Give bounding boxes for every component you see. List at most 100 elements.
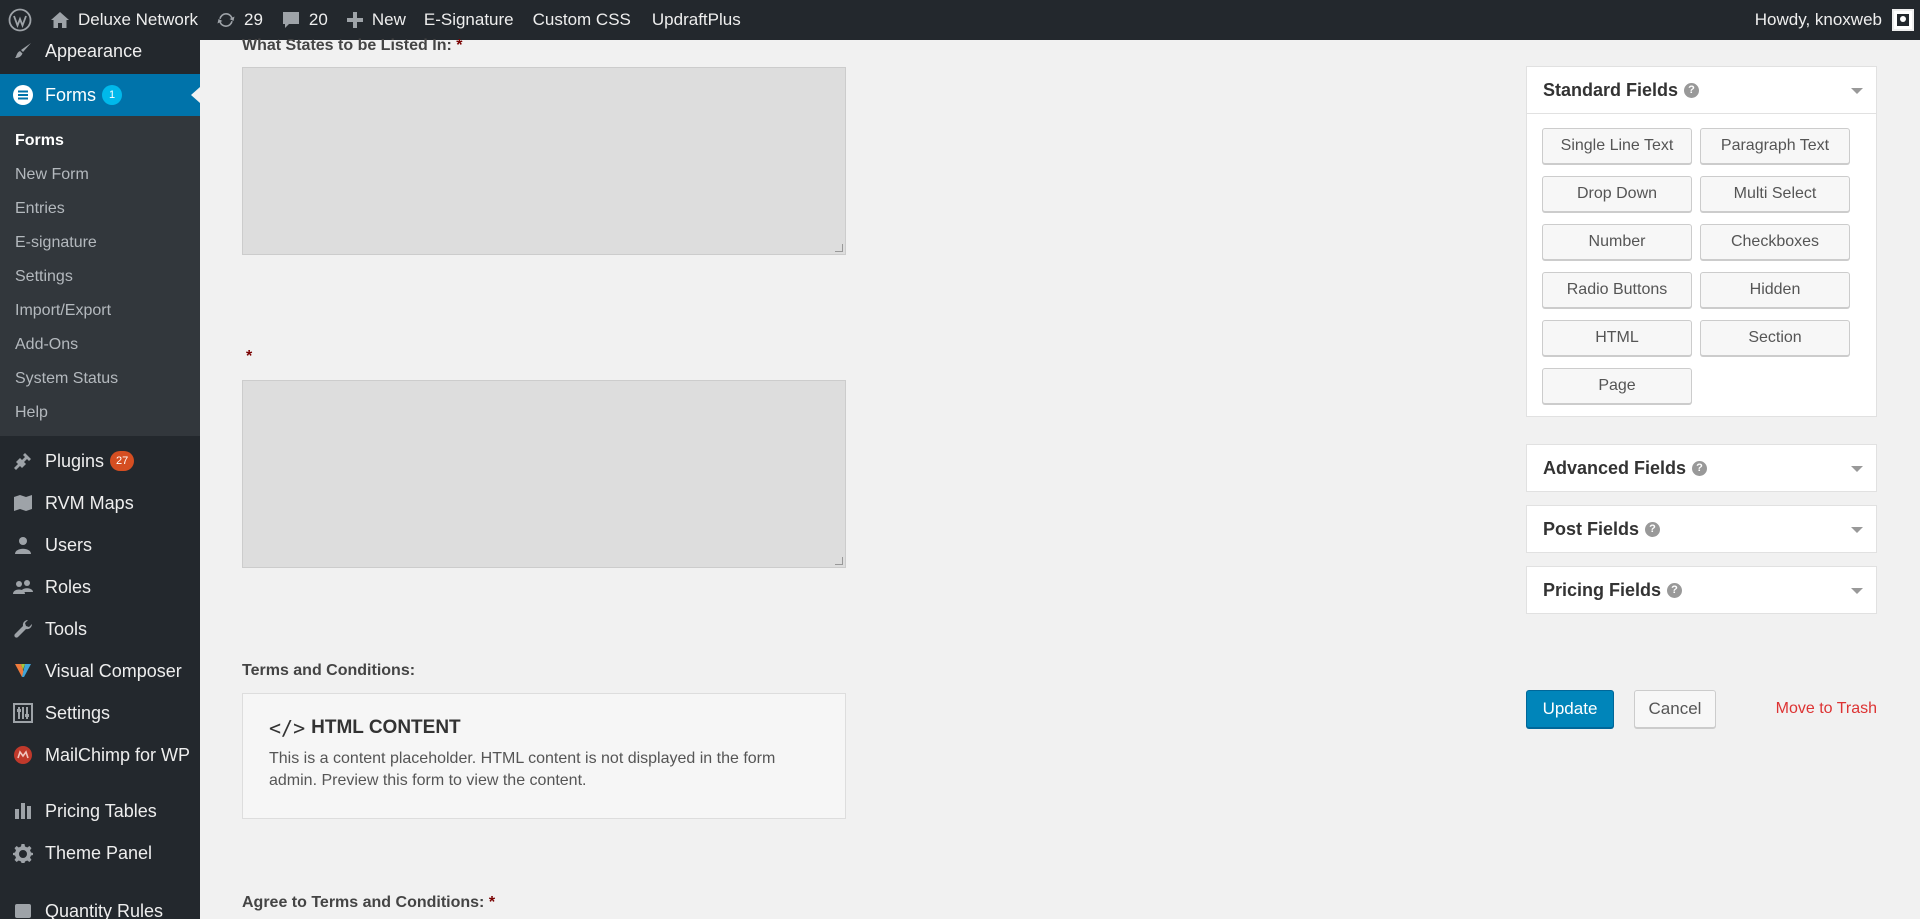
- menu-theme-panel[interactable]: Theme Panel: [0, 832, 200, 874]
- cancel-button[interactable]: Cancel: [1634, 690, 1716, 728]
- wrench-icon: [12, 618, 34, 640]
- updraftplus-link[interactable]: UpdraftPlus: [640, 0, 750, 40]
- update-button[interactable]: Update: [1526, 690, 1614, 728]
- advanced-fields-header[interactable]: Advanced Fields ?: [1527, 445, 1876, 491]
- comments-link[interactable]: 20: [272, 0, 337, 40]
- menu-visual-composer[interactable]: Visual Composer: [0, 650, 200, 692]
- home-icon: [50, 11, 70, 29]
- help-icon[interactable]: ?: [1645, 521, 1661, 537]
- html-content-field[interactable]: </> HTML CONTENT This is a content place…: [242, 693, 846, 819]
- required-mark: *: [246, 348, 253, 365]
- menu-plugins[interactable]: Plugins 27: [0, 440, 200, 482]
- help-icon[interactable]: ?: [1667, 582, 1683, 598]
- expand-arrow-icon[interactable]: [1851, 588, 1863, 594]
- expand-arrow-icon[interactable]: [1851, 527, 1863, 533]
- comments-count: 20: [308, 10, 328, 29]
- submenu-entries[interactable]: Entries: [0, 192, 200, 226]
- menu-visual-composer-label: Visual Composer: [45, 660, 182, 681]
- custom-css-label: Custom CSS: [532, 10, 631, 29]
- menu-tools[interactable]: Tools: [0, 608, 200, 650]
- forms-badge: 1: [102, 85, 122, 105]
- menu-quantity-rules[interactable]: Quantity Rules: [0, 890, 200, 919]
- submenu-esignature[interactable]: E-signature: [0, 226, 200, 260]
- number-button[interactable]: Number: [1542, 224, 1692, 260]
- menu-settings-label: Settings: [45, 702, 111, 723]
- help-icon[interactable]: ?: [1684, 82, 1700, 98]
- drop-down-button[interactable]: Drop Down: [1542, 176, 1692, 212]
- custom-css-link[interactable]: Custom CSS: [523, 0, 640, 40]
- visual-composer-icon: [12, 660, 34, 682]
- menu-pricing-tables[interactable]: Pricing Tables: [0, 790, 200, 832]
- menu-plugins-label: Plugins: [45, 450, 105, 471]
- html-button[interactable]: HTML: [1542, 320, 1692, 356]
- submenu-new-form[interactable]: New Form: [0, 158, 200, 192]
- esignature-link[interactable]: E-Signature: [415, 0, 523, 40]
- menu-settings[interactable]: Settings: [0, 692, 200, 734]
- pricing-fields-title: Pricing Fields: [1543, 579, 1662, 600]
- submenu-help[interactable]: Help: [0, 396, 200, 430]
- avatar-icon: [1897, 14, 1909, 26]
- menu-pricing-tables-label: Pricing Tables: [45, 800, 157, 821]
- standard-fields-title: Standard Fields: [1543, 79, 1679, 100]
- admin-bar: Deluxe Network 29 20 New E-Signature Cus…: [0, 0, 1920, 40]
- advanced-fields-title: Advanced Fields: [1543, 457, 1687, 478]
- map-icon: [12, 492, 34, 514]
- menu-rvm-maps[interactable]: RVM Maps: [0, 482, 200, 524]
- submenu-add-ons[interactable]: Add-Ons: [0, 328, 200, 362]
- user-icon: [12, 534, 34, 556]
- quantity-rules-icon: [12, 900, 34, 919]
- resize-handle[interactable]: [835, 557, 843, 565]
- updates-icon: [216, 10, 236, 30]
- menu-mailchimp[interactable]: MailChimp for WP: [0, 734, 200, 776]
- checkboxes-button[interactable]: Checkboxes: [1700, 224, 1850, 260]
- post-fields-header[interactable]: Post Fields ?: [1527, 506, 1876, 552]
- collapse-arrow-icon[interactable]: [1851, 88, 1863, 94]
- avatar: [1892, 9, 1914, 31]
- page-button[interactable]: Page: [1542, 368, 1692, 404]
- single-line-text-button[interactable]: Single Line Text: [1542, 128, 1692, 164]
- submenu-system-status[interactable]: System Status: [0, 362, 200, 396]
- roles-icon: [12, 576, 34, 598]
- forms-icon: [12, 84, 34, 106]
- new-label: New: [371, 10, 406, 29]
- expand-arrow-icon[interactable]: [1851, 466, 1863, 472]
- section-button[interactable]: Section: [1700, 320, 1850, 356]
- menu-mailchimp-label: MailChimp for WP: [45, 744, 191, 765]
- submenu-import-export[interactable]: Import/Export: [0, 294, 200, 328]
- paragraph-text-button[interactable]: Paragraph Text: [1700, 128, 1850, 164]
- form-editor: What States to be Listed In: * * Terms a…: [200, 37, 1920, 919]
- account-menu[interactable]: Howdy, knoxweb: [1746, 0, 1920, 40]
- form-actions: Update Cancel Move to Trash: [1526, 690, 1877, 728]
- help-icon[interactable]: ?: [1692, 460, 1708, 476]
- menu-users[interactable]: Users: [0, 524, 200, 566]
- updates-count: 29: [244, 10, 263, 29]
- post-fields-title: Post Fields: [1543, 518, 1640, 539]
- agree-label-text: Agree to Terms and Conditions:: [242, 894, 485, 911]
- new-content-link[interactable]: New: [337, 0, 415, 40]
- submenu-forms[interactable]: Forms: [0, 124, 200, 158]
- menu-users-label: Users: [45, 534, 93, 555]
- pricing-fields-panel: Pricing Fields ?: [1526, 566, 1877, 614]
- states-field-label: What States to be Listed In: *: [242, 37, 462, 55]
- comment-icon: [281, 10, 301, 30]
- menu-tools-label: Tools: [45, 618, 88, 639]
- unnamed-textarea[interactable]: [242, 380, 846, 568]
- radio-buttons-button[interactable]: Radio Buttons: [1542, 272, 1692, 308]
- multi-select-button[interactable]: Multi Select: [1700, 176, 1850, 212]
- settings-sliders-icon: [12, 702, 34, 724]
- admin-sidebar: Appearance Forms 1 Forms New Form Entrie…: [0, 40, 200, 919]
- menu-forms[interactable]: Forms 1: [0, 74, 200, 116]
- menu-appearance[interactable]: Appearance: [0, 40, 200, 66]
- pricing-fields-header[interactable]: Pricing Fields ?: [1527, 567, 1876, 613]
- hidden-button[interactable]: Hidden: [1700, 272, 1850, 308]
- menu-roles[interactable]: Roles: [0, 566, 200, 608]
- states-textarea[interactable]: [242, 67, 846, 255]
- move-to-trash-link[interactable]: Move to Trash: [1776, 690, 1877, 728]
- standard-fields-header[interactable]: Standard Fields ?: [1527, 67, 1876, 113]
- resize-handle[interactable]: [835, 244, 843, 252]
- site-name-link[interactable]: Deluxe Network: [41, 0, 207, 40]
- wordpress-logo-button[interactable]: [0, 0, 41, 40]
- updraftplus-label: UpdraftPlus: [651, 10, 741, 29]
- submenu-settings[interactable]: Settings: [0, 260, 200, 294]
- updates-link[interactable]: 29: [207, 0, 272, 40]
